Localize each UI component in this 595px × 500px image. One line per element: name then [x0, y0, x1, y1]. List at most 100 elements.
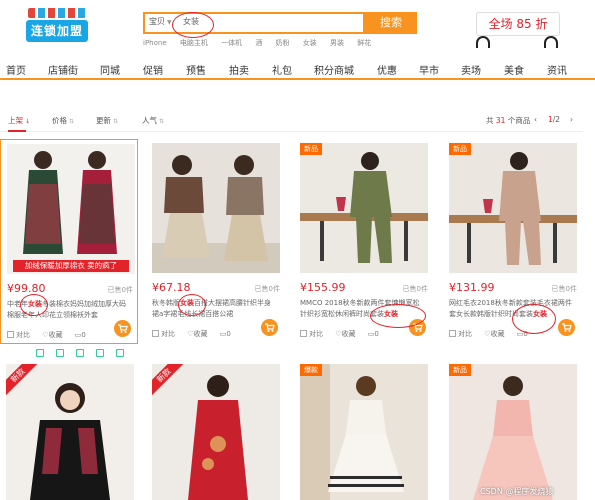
hotword-link[interactable]: 一体机	[221, 39, 242, 47]
favorite-label[interactable]: 收藏	[49, 331, 63, 339]
product-photo	[449, 143, 577, 273]
nav-item[interactable]: 优惠	[377, 62, 397, 77]
arrow-down-icon: ↓	[25, 118, 31, 125]
nav-item[interactable]: 礼包	[272, 62, 292, 77]
favorite-label[interactable]: 收藏	[491, 330, 505, 338]
product-photo	[7, 144, 135, 274]
product-price: ¥131.99	[449, 281, 495, 294]
sort-option-update[interactable]: 更新 ⇅	[96, 115, 118, 126]
hotword-link[interactable]: 鲜花	[357, 39, 371, 47]
hotword-link[interactable]: iPhone	[143, 39, 167, 47]
annotation-circle	[178, 294, 206, 316]
compare-label: 对比	[309, 330, 323, 338]
nav-item[interactable]: 早市	[419, 62, 439, 77]
pager-prev-icon[interactable]: ‹	[534, 115, 537, 124]
hot-keywords: iPhone 电脑主机 一体机 酒 奶粉 女装 男装 鲜花	[143, 38, 382, 48]
product-card[interactable]: ¥67.18 已售0件 秋冬韩版女装百搭大摆裙高腰针织半身裙a字裙毛线长裙百搭公…	[146, 139, 284, 344]
tool-icon[interactable]	[36, 349, 44, 357]
hotword-link[interactable]: 奶粉	[276, 39, 290, 47]
product-image[interactable]: 新款	[152, 364, 280, 500]
product-image[interactable]: 加绒保暖加厚棉衣 卖的疯了	[7, 144, 135, 274]
main-nav: 首页 店铺街 同城 促销 预售 拍卖 礼包 积分商城 优惠 早市 卖场 美食 资…	[0, 56, 595, 80]
site-logo[interactable]: 连锁加盟	[22, 6, 92, 46]
nav-item[interactable]: 同城	[100, 62, 120, 77]
cart-icon[interactable]	[114, 320, 131, 337]
nav-item[interactable]: 卖场	[461, 62, 481, 77]
product-card[interactable]: 爆款	[294, 358, 432, 500]
page: 连锁加盟 宝贝 ▼ 女装 搜索 iPhone 电脑主机 一体机 酒 奶粉 女装 男…	[0, 0, 595, 500]
product-card[interactable]: 新款	[0, 358, 138, 500]
tool-icon[interactable]	[56, 349, 64, 357]
product-image[interactable]: 爆款	[300, 364, 428, 500]
product-card[interactable]: 新品	[443, 358, 581, 500]
nav-item[interactable]: 积分商城	[314, 62, 354, 77]
favorite-label[interactable]: 收藏	[342, 330, 356, 338]
product-price: ¥67.18	[152, 281, 191, 294]
product-image[interactable]	[152, 143, 280, 273]
product-actions: 对比 ♡收藏 ▭0	[152, 329, 231, 339]
product-photo	[449, 364, 577, 500]
nav-item[interactable]: 资讯	[547, 62, 567, 77]
product-banner: 加绒保暖加厚棉衣 卖的疯了	[24, 261, 118, 270]
compare-checkbox[interactable]	[7, 331, 14, 338]
sort-option-newest[interactable]: 上架 ↓	[8, 115, 31, 132]
cart-icon[interactable]	[558, 319, 575, 336]
compare-label: 对比	[161, 330, 175, 338]
nav-item[interactable]: 预售	[186, 62, 206, 77]
heart-icon[interactable]: ♡	[484, 330, 490, 338]
product-card[interactable]: 加绒保暖加厚棉衣 卖的疯了 ¥99.80 已售0件 中老年女装冬装棉衣妈妈加绒加…	[0, 139, 138, 344]
pager-status: 1/2	[548, 115, 561, 124]
compare-checkbox[interactable]	[300, 330, 307, 337]
product-image[interactable]: 新品	[449, 143, 577, 273]
pager-next-icon[interactable]: ›	[570, 115, 573, 124]
compare-checkbox[interactable]	[152, 330, 159, 337]
hotword-link[interactable]: 女装	[303, 39, 317, 47]
product-price: ¥155.99	[300, 281, 346, 294]
promo-banner[interactable]: 全场 85 折	[474, 8, 562, 48]
tool-icon[interactable]	[116, 349, 124, 357]
search-button[interactable]: 搜索	[365, 12, 417, 34]
product-badge: 新品	[449, 143, 471, 155]
product-card[interactable]: 新品 ¥131.99 已售0件 网红毛衣2018秋冬新款套装毛衣裙两件套女长款韩…	[443, 139, 581, 344]
compare-checkbox[interactable]	[449, 330, 456, 337]
product-actions: 对比 ♡收藏 ▭0	[7, 330, 86, 340]
product-photo	[6, 364, 134, 500]
product-card[interactable]: 新款	[146, 358, 284, 500]
product-photo	[300, 364, 428, 500]
promo-text: 全场 85 折	[476, 12, 560, 36]
heart-icon[interactable]: ♡	[335, 330, 341, 338]
compare-label: 对比	[458, 330, 472, 338]
product-sold: 已售0件	[551, 285, 577, 293]
sort-option-price[interactable]: 价格 ⇅	[52, 115, 74, 126]
search-category-select[interactable]: 宝贝 ▼	[149, 16, 172, 27]
heart-icon[interactable]: ♡	[42, 331, 48, 339]
favorite-label[interactable]: 收藏	[194, 330, 208, 338]
comment-count: 0	[374, 330, 379, 338]
annotation-circle	[20, 294, 48, 316]
nav-item[interactable]: 促销	[143, 62, 163, 77]
cart-icon[interactable]	[261, 319, 278, 336]
product-image[interactable]: 新品	[300, 143, 428, 273]
product-image[interactable]: 新品	[449, 364, 577, 500]
product-actions: 对比 ♡收藏 ▭0	[449, 329, 528, 339]
nav-item[interactable]: 首页	[6, 62, 26, 77]
hotword-link[interactable]: 电脑主机	[180, 39, 208, 47]
heart-icon[interactable]: ♡	[187, 330, 193, 338]
product-photo	[300, 143, 428, 273]
updown-icon: ⇅	[159, 118, 165, 125]
product-sold: 已售0件	[254, 285, 280, 293]
comment-count: 0	[81, 331, 86, 339]
nav-item[interactable]: 拍卖	[229, 62, 249, 77]
product-image[interactable]: 新款	[6, 364, 134, 500]
sort-option-popularity[interactable]: 人气 ⇅	[142, 115, 164, 126]
tool-icon[interactable]	[96, 349, 104, 357]
comment-count: 0	[226, 330, 231, 338]
product-title[interactable]: 秋冬韩版女装百搭大摆裙高腰针织半身裙a字裙毛线长裙百搭公裙	[152, 298, 276, 320]
nav-item[interactable]: 店铺街	[48, 62, 78, 77]
nav-item[interactable]: 美食	[504, 62, 524, 77]
tool-icon[interactable]	[76, 349, 84, 357]
product-actions: 对比 ♡收藏 ▭0	[300, 329, 379, 339]
hotword-link[interactable]: 酒	[255, 39, 262, 47]
annotation-circle	[370, 304, 426, 328]
hotword-link[interactable]: 男装	[330, 39, 344, 47]
